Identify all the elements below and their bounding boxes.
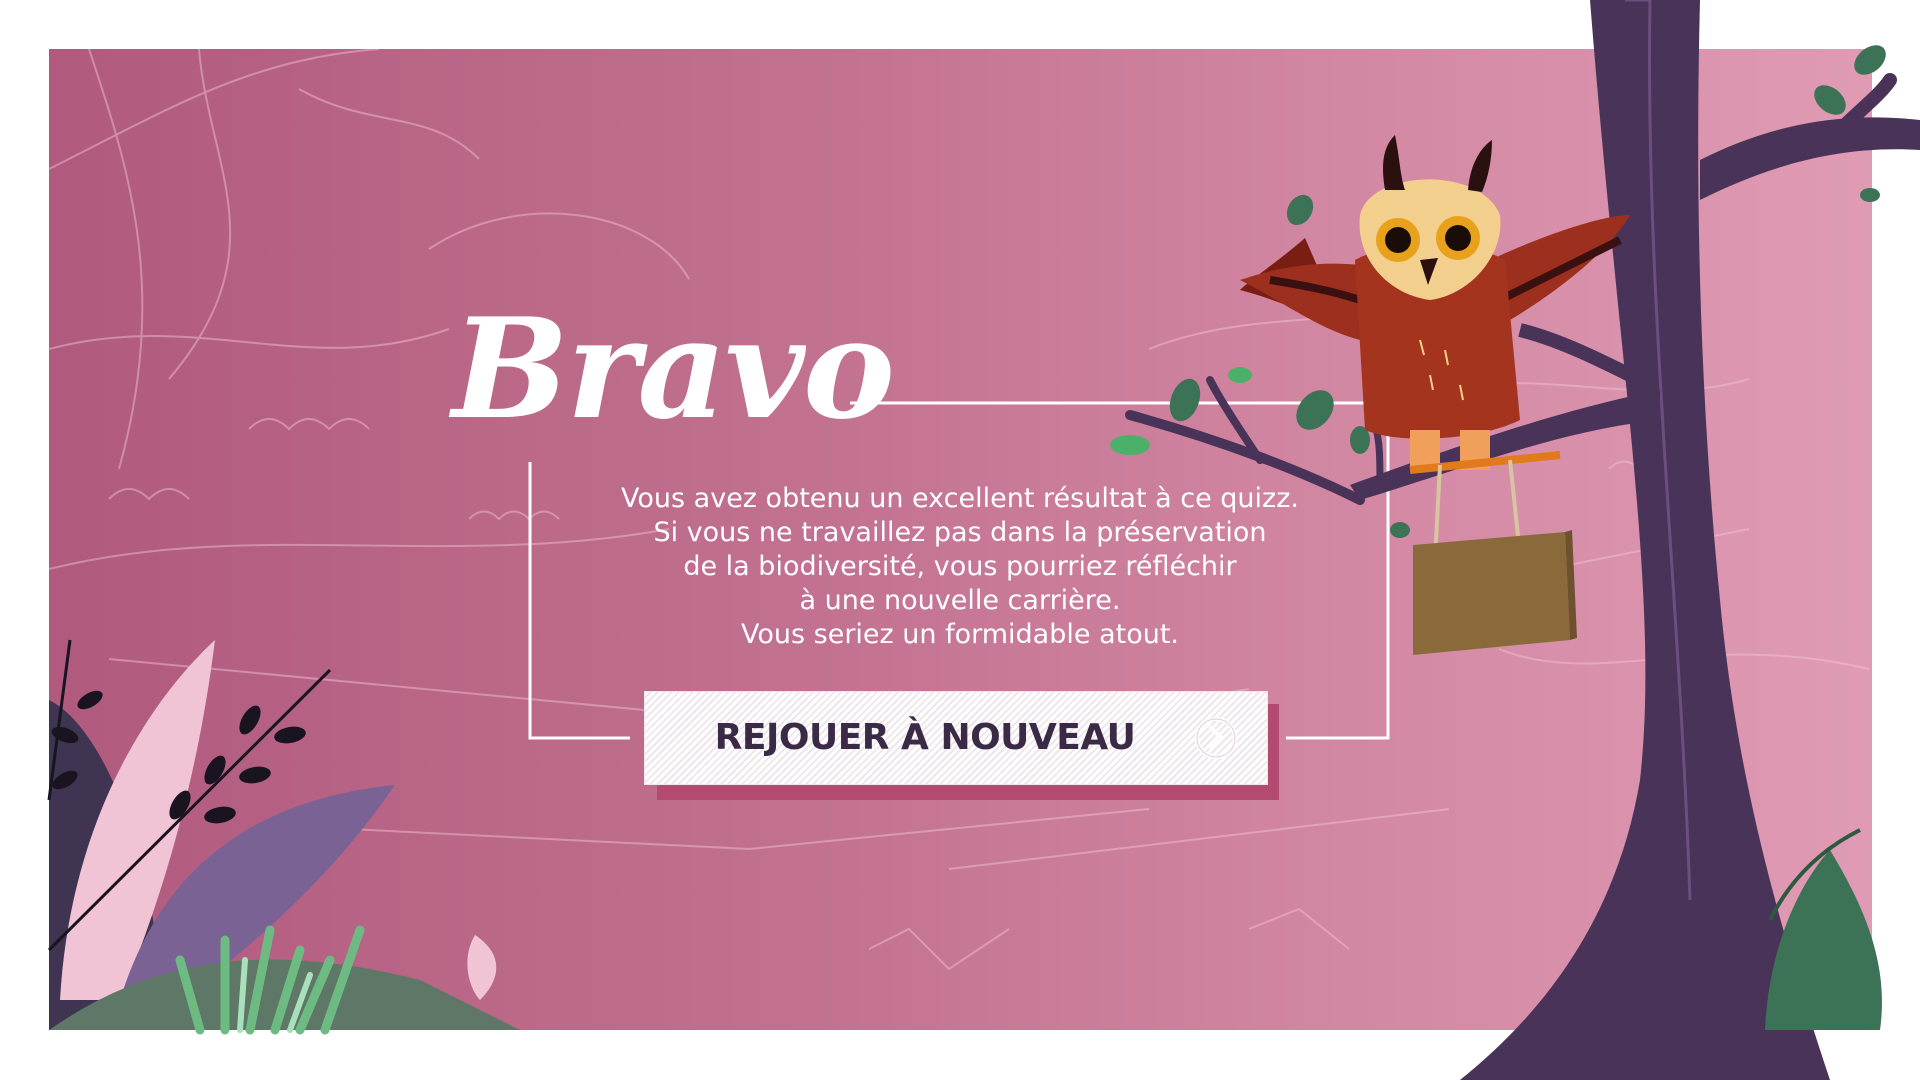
result-title: Bravo [452, 287, 895, 450]
arrow-circle-right-icon [1195, 717, 1237, 759]
result-message-line: Si vous ne travaillez pas dans la préser… [653, 517, 1267, 548]
result-message: Vous avez obtenu un excellent résultat à… [560, 482, 1360, 652]
foliage-bottom-left [47, 639, 520, 1035]
result-message-line: Vous avez obtenu un excellent résultat à… [621, 483, 1299, 514]
result-message-line: de la biodiversité, vous pourriez réfléc… [683, 551, 1237, 582]
replay-button-label: REJOUER À NOUVEAU [714, 717, 1136, 758]
result-message-line: à une nouvelle carrière. [799, 585, 1121, 616]
replay-button[interactable]: REJOUER À NOUVEAU [645, 692, 1267, 784]
result-message-line: Vous seriez un formidable atout. [740, 619, 1179, 650]
